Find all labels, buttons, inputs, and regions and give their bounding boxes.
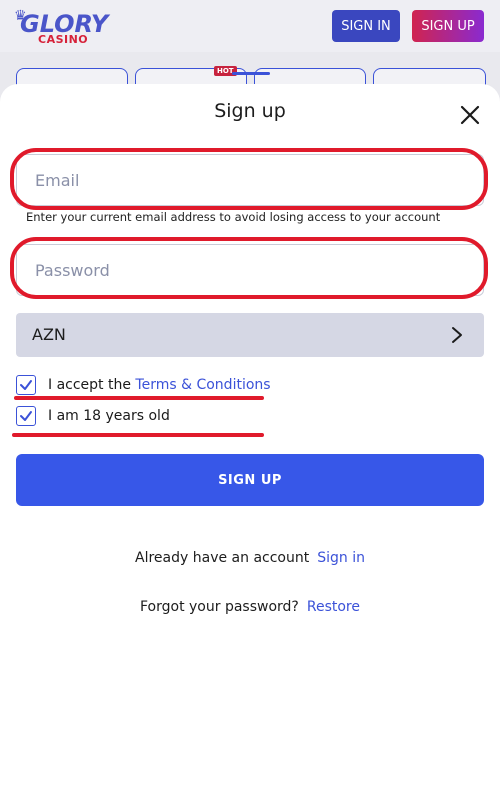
email-field[interactable] xyxy=(16,154,484,206)
terms-checkbox[interactable] xyxy=(16,375,36,395)
checkmark-icon xyxy=(20,380,32,390)
modal-title: Sign up xyxy=(214,100,286,122)
terms-row: I accept the Terms & Conditions xyxy=(16,374,271,396)
age-label: I am 18 years old xyxy=(48,408,170,424)
signup-submit-button[interactable]: SIGN UP xyxy=(16,454,484,506)
signin-prompt: Already have an account Sign in xyxy=(0,550,500,566)
close-button[interactable] xyxy=(457,102,483,128)
currency-select[interactable]: AZN xyxy=(16,313,484,357)
site-header: ♛ GLORY CASINO SIGN IN SIGN UP xyxy=(0,0,500,52)
checkmark-icon xyxy=(20,411,32,421)
header-signup-button[interactable]: SIGN UP xyxy=(412,10,484,42)
terms-label: I accept the Terms & Conditions xyxy=(48,377,271,393)
logo-sub-text: CASINO xyxy=(38,33,89,46)
annotation-underline-terms xyxy=(14,396,264,400)
password-field[interactable] xyxy=(16,244,484,296)
terms-prefix: I accept the xyxy=(48,377,131,393)
age-row: I am 18 years old xyxy=(16,405,170,427)
category-indicator xyxy=(232,72,270,75)
chevron-right-icon xyxy=(452,327,462,343)
restore-link[interactable]: Restore xyxy=(307,599,360,615)
signup-modal: Sign up Enter your current email address… xyxy=(0,84,500,800)
age-checkbox[interactable] xyxy=(16,406,36,426)
restore-prompt: Forgot your password? Restore xyxy=(0,599,500,615)
header-signin-button[interactable]: SIGN IN xyxy=(332,10,400,42)
account-text: Already have an account xyxy=(135,550,310,566)
logo[interactable]: ♛ GLORY CASINO xyxy=(14,8,108,48)
forgot-text: Forgot your password? xyxy=(140,599,299,615)
annotation-underline-age xyxy=(12,433,264,437)
terms-link[interactable]: Terms & Conditions xyxy=(135,377,270,393)
password-input[interactable] xyxy=(17,245,483,295)
close-icon xyxy=(460,105,480,125)
currency-value: AZN xyxy=(32,325,66,344)
email-input[interactable] xyxy=(17,155,483,205)
signin-link[interactable]: Sign in xyxy=(317,550,365,566)
email-hint: Enter your current email address to avoi… xyxy=(26,210,441,224)
